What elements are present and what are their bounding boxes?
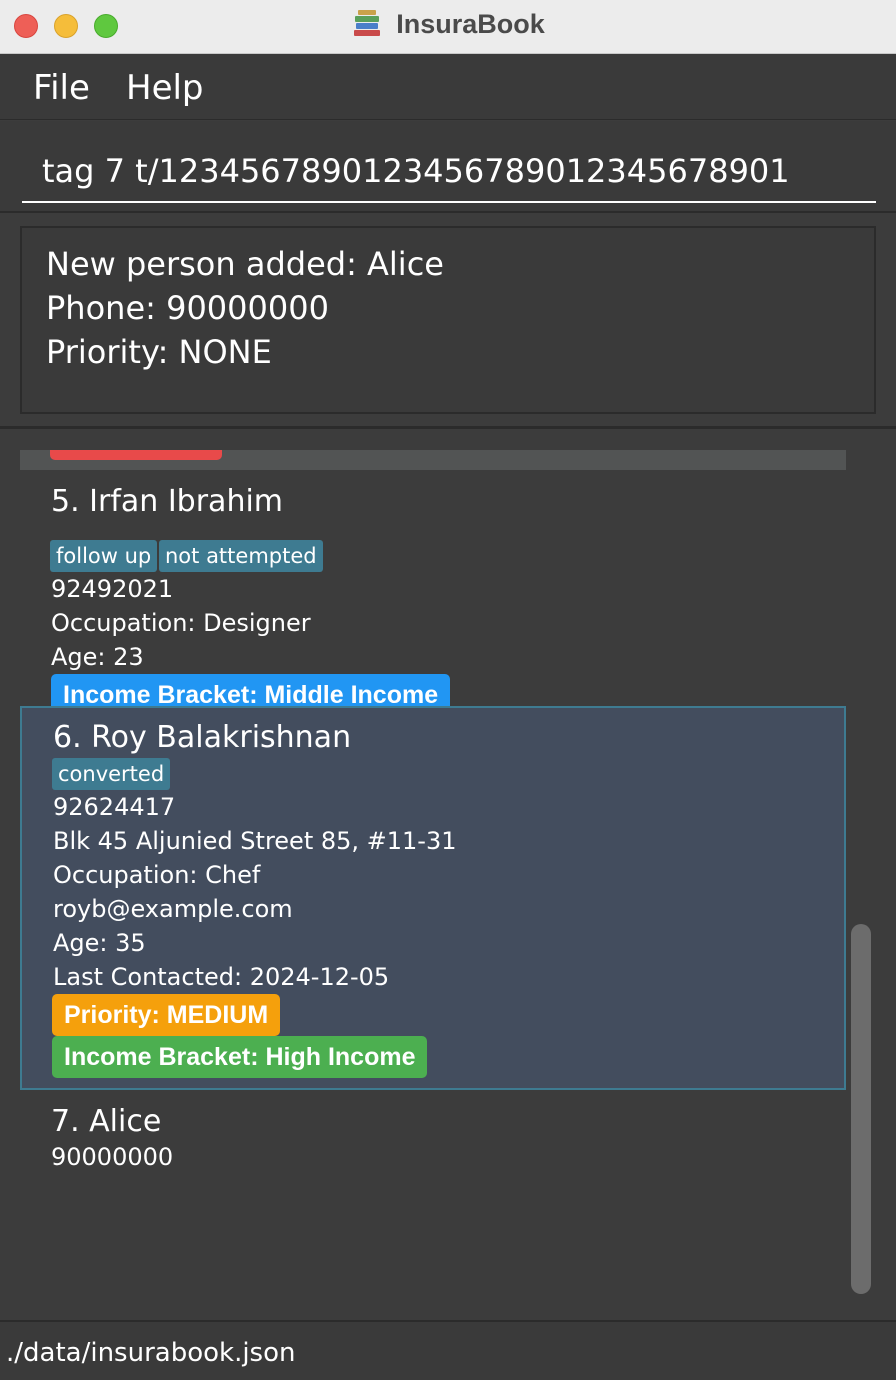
person-age: Age: 35	[53, 929, 146, 957]
scrollbar-thumb[interactable]	[851, 924, 871, 1294]
person-card[interactable]: 5. Irfan Ibrahim follow up not attempted…	[20, 470, 846, 716]
income-bracket-label: Income Bracket: High Income	[52, 1036, 428, 1078]
command-box	[0, 121, 896, 213]
save-file-path: ./data/insurabook.json	[6, 1338, 296, 1368]
tag-label: not attempted	[159, 540, 323, 572]
person-phone: 92492021	[51, 575, 174, 603]
person-card-selected[interactable]: 6. Roy Balakrishnan converted 92624417 B…	[20, 706, 846, 1090]
split-divider[interactable]	[0, 426, 896, 429]
person-list[interactable]: 5. Irfan Ibrahim follow up not attempted…	[20, 450, 846, 1300]
menu-file[interactable]: File	[33, 68, 90, 108]
person-email: royb@example.com	[53, 895, 293, 923]
status-bar: ./data/insurabook.json	[0, 1320, 896, 1380]
menu-help[interactable]: Help	[126, 68, 204, 108]
priority-label: Priority: MEDIUM	[52, 994, 281, 1036]
person-occupation: Occupation: Chef	[53, 861, 261, 889]
tag-label: follow up	[50, 540, 158, 572]
tag-label: converted	[52, 758, 171, 790]
person-occupation: Occupation: Designer	[51, 609, 311, 637]
person-phone: 90000000	[51, 1143, 174, 1171]
person-age: Age: 23	[51, 643, 144, 671]
menu-bar: File Help	[0, 54, 896, 120]
result-display: New person added: Alice Phone: 90000000 …	[20, 226, 876, 414]
person-name: 6. Roy Balakrishnan	[53, 720, 352, 755]
priority-label-partial	[50, 450, 222, 460]
person-address: Blk 45 Aljunied Street 85, #11-31	[53, 827, 457, 855]
person-card[interactable]: 7. Alice 90000000	[20, 1090, 846, 1300]
person-name: 7. Alice	[51, 1104, 162, 1139]
result-line: Phone: 90000000	[46, 289, 329, 327]
command-input[interactable]	[22, 141, 876, 203]
window-title-group: InsuraBook	[0, 8, 896, 40]
title-bar: InsuraBook	[0, 0, 896, 54]
result-line: Priority: NONE	[46, 333, 272, 371]
book-stack-icon	[354, 10, 381, 36]
window-title: InsuraBook	[396, 8, 545, 39]
person-phone: 92624417	[53, 793, 176, 821]
person-name: 5. Irfan Ibrahim	[51, 484, 284, 519]
person-card-partial[interactable]	[20, 450, 846, 470]
result-line: New person added: Alice	[46, 245, 444, 283]
person-last-contacted: Last Contacted: 2024-12-05	[53, 963, 390, 991]
list-scrollbar[interactable]	[846, 450, 876, 1300]
